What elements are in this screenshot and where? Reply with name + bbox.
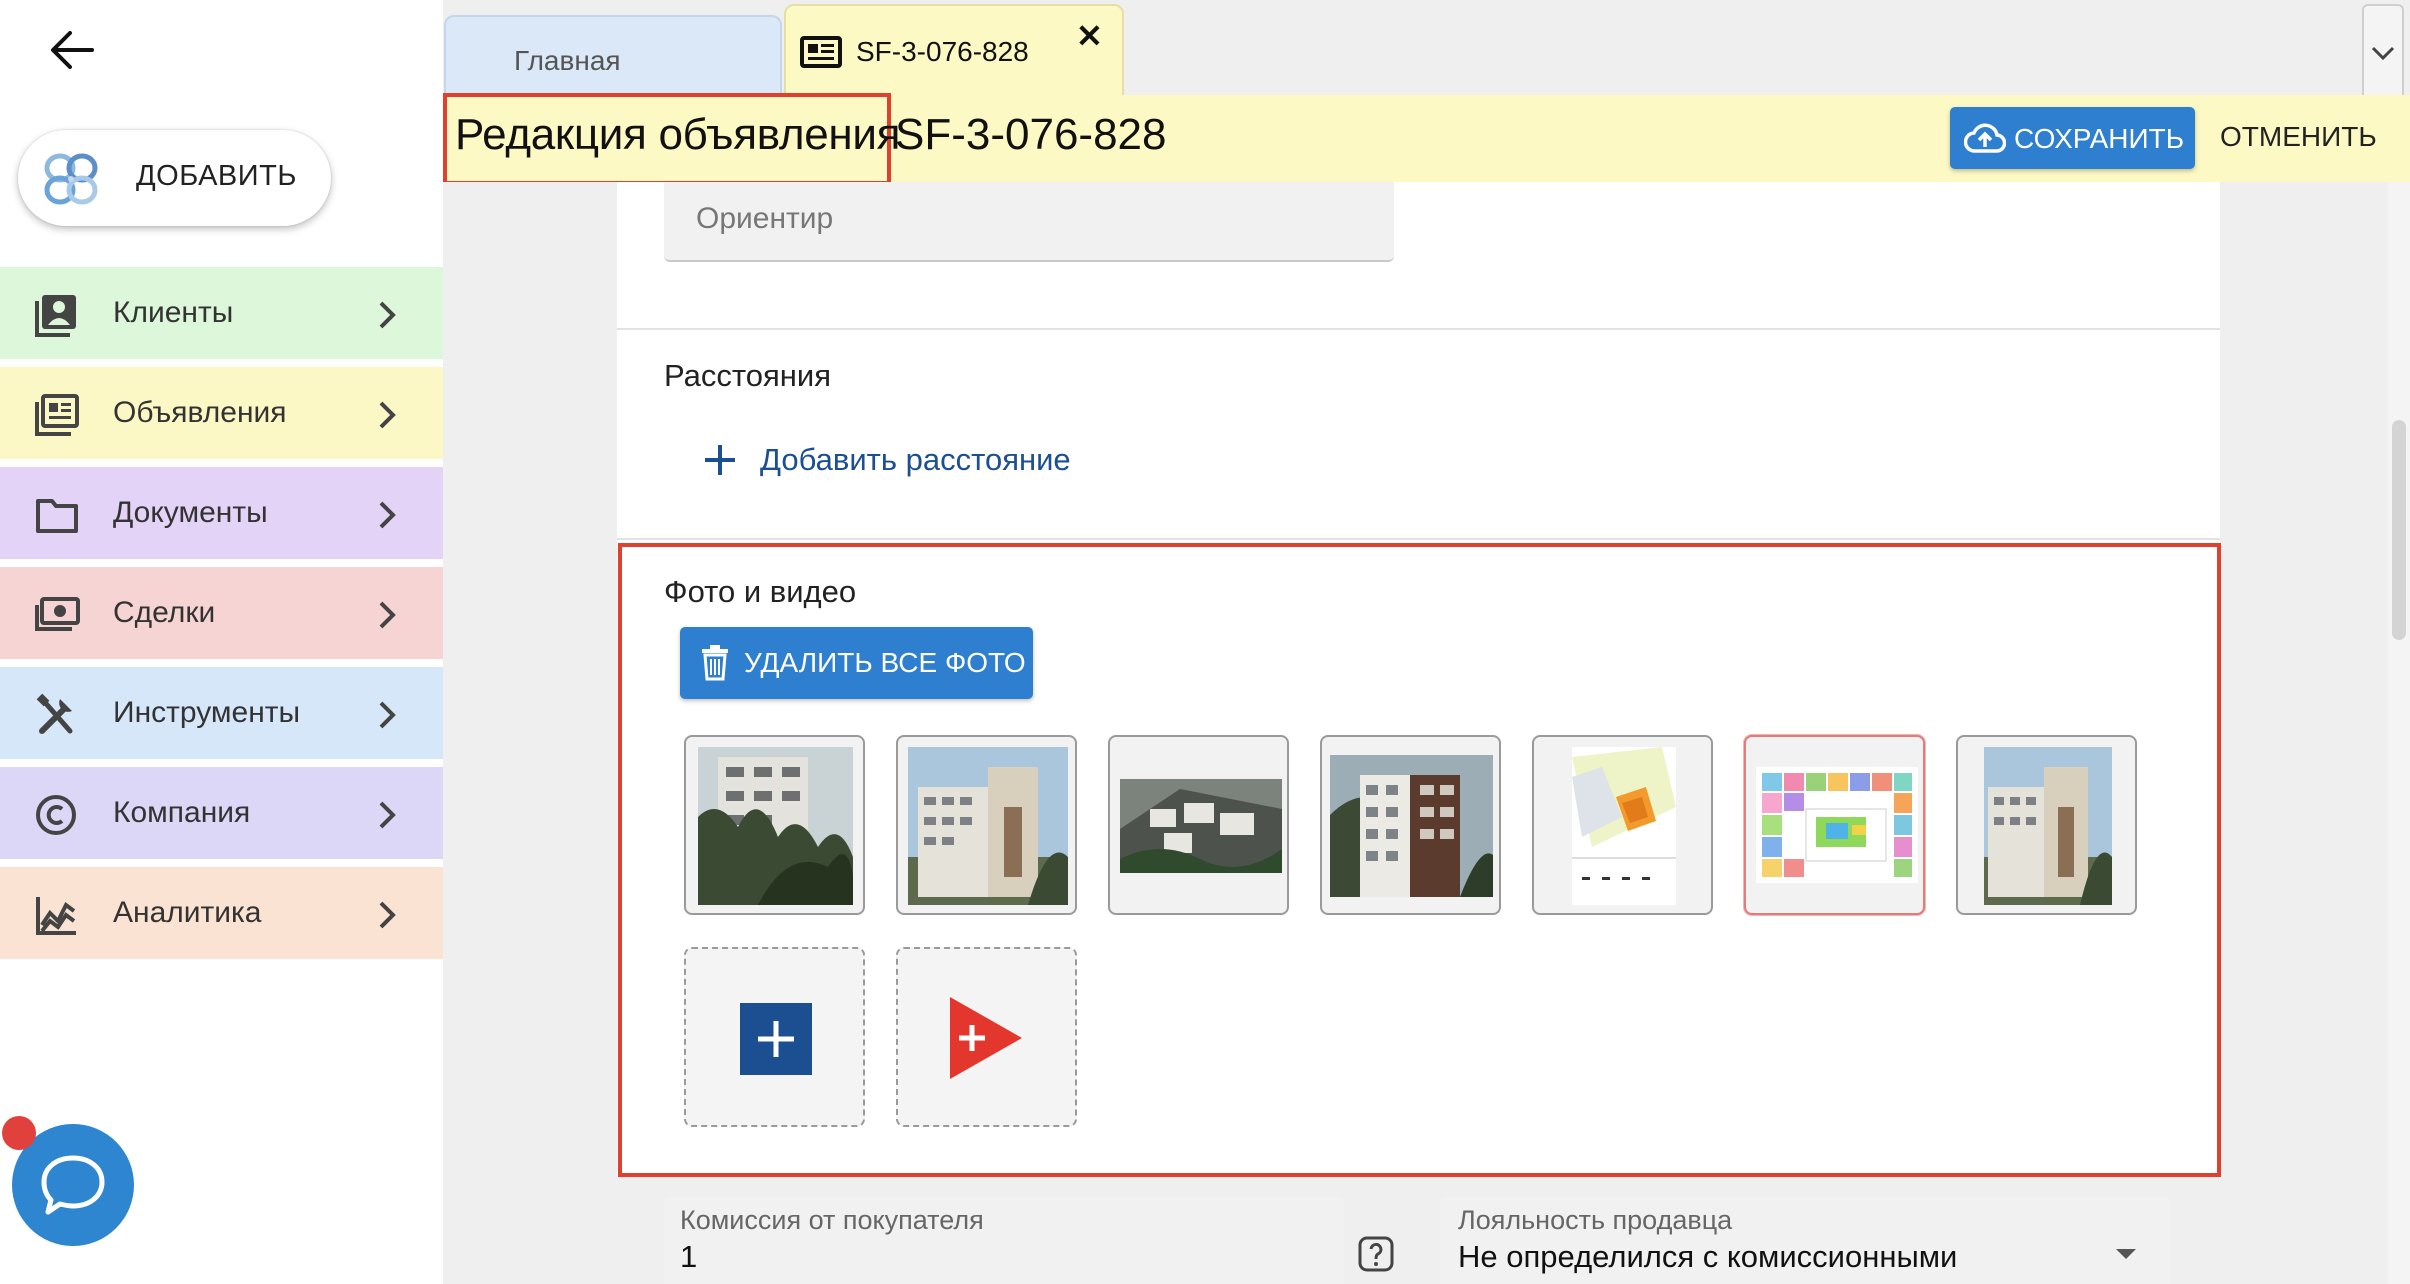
- plus-icon: [705, 445, 735, 475]
- sidebar-item-company[interactable]: Компания: [0, 767, 443, 863]
- seller-loyalty-label: Лояльность продавца: [1458, 1205, 1733, 1235]
- chat-bubble-icon: [41, 1155, 105, 1215]
- dropdown-arrow-icon: [2116, 1249, 2136, 1259]
- sidebar-item-label: Инструменты: [113, 696, 301, 729]
- photo-thumbnail[interactable]: [1956, 735, 2137, 915]
- aerial-render: [1120, 779, 1282, 873]
- cloud-upload-icon: [1964, 123, 2006, 153]
- tab-listing[interactable]: SF-3-076-828 ✕: [784, 4, 1124, 96]
- floorplan-thumbnail[interactable]: [1744, 735, 1925, 915]
- photo-thumbnail[interactable]: [896, 735, 1077, 915]
- media-title: Фото и видео: [664, 574, 857, 609]
- chevron-right-icon: [379, 601, 396, 629]
- sidebar-item-listings[interactable]: Объявления: [0, 367, 443, 463]
- sidebar-item-label: Компания: [113, 796, 251, 829]
- listings-icon: [35, 394, 79, 436]
- sidebar-item-clients[interactable]: Клиенты: [0, 267, 443, 363]
- arrow-left-icon: [51, 31, 94, 69]
- seller-loyalty-select[interactable]: Лояльность продавца Не определился с ком…: [1440, 1197, 2170, 1284]
- photo-thumbnail[interactable]: [1108, 735, 1289, 915]
- sidebar: ДОБАВИТЬ Клиенты Объявления Документы Сд…: [0, 0, 443, 1284]
- add-button-label: ДОБАВИТЬ: [136, 160, 297, 192]
- close-icon[interactable]: ✕: [1076, 20, 1103, 52]
- buyer-commission-value: 1: [680, 1239, 698, 1274]
- add-video-icon: [950, 997, 1022, 1079]
- tab-label: Главная: [514, 45, 621, 76]
- plan-thumbnail[interactable]: [1532, 735, 1713, 915]
- sidebar-item-analytics[interactable]: Аналитика: [0, 867, 443, 963]
- trash-icon: [702, 645, 728, 681]
- building-photo: [698, 747, 853, 905]
- scrollbar-thumb[interactable]: [2392, 420, 2406, 640]
- sidebar-item-documents[interactable]: Документы: [0, 467, 443, 563]
- back-button[interactable]: [46, 24, 98, 76]
- photo-thumbnail[interactable]: [684, 735, 865, 915]
- tabs-dropdown-button[interactable]: [2362, 4, 2404, 102]
- save-button-label: СОХРАНИТЬ: [2014, 123, 2185, 154]
- save-button[interactable]: СОХРАНИТЬ: [1950, 107, 2195, 169]
- sidebar-item-label: Сделки: [113, 596, 216, 629]
- building-photo: [1330, 755, 1493, 897]
- add-distance-label: Добавить расстояние: [760, 442, 1071, 477]
- divider: [617, 328, 2220, 330]
- divider: [617, 538, 2220, 540]
- listing-code: SF-3-076-828: [895, 110, 1167, 159]
- money-icon: [35, 597, 80, 631]
- buyer-commission-label: Комиссия от покупателя: [680, 1205, 984, 1235]
- chevron-right-icon: [379, 801, 396, 829]
- tab-home[interactable]: Главная: [444, 15, 782, 97]
- chevron-down-icon: [2371, 46, 2395, 61]
- add-photo-button[interactable]: [684, 947, 865, 1127]
- seller-loyalty-value: Не определился с комиссионными: [1458, 1239, 1958, 1274]
- chevron-right-icon: [379, 701, 396, 729]
- app-logo-icon: [44, 153, 98, 205]
- help-icon[interactable]: [1358, 1236, 1394, 1272]
- tab-label: SF-3-076-828: [856, 36, 1029, 67]
- add-button[interactable]: ДОБАВИТЬ: [18, 130, 331, 226]
- listing-card-icon: [800, 36, 842, 68]
- sidebar-item-tools[interactable]: Инструменты: [0, 667, 443, 763]
- sidebar-item-label: Аналитика: [113, 896, 262, 929]
- site-plan-image: [1572, 747, 1676, 905]
- sidebar-item-label: Клиенты: [113, 296, 234, 329]
- notification-badge: [2, 1116, 36, 1150]
- floor-plan-image: [1756, 767, 1918, 883]
- landmark-input[interactable]: Ориентир: [664, 182, 1394, 262]
- chevron-right-icon: [379, 401, 396, 429]
- buyer-commission-input[interactable]: Комиссия от покупателя 1: [664, 1197, 1344, 1284]
- cancel-button[interactable]: ОТМЕНИТЬ: [2220, 121, 2377, 153]
- chevron-right-icon: [379, 901, 396, 929]
- building-photo: [1984, 747, 2112, 905]
- delete-all-photos-label: УДАЛИТЬ ВСЕ ФОТО: [744, 647, 1026, 678]
- distances-title: Расстояния: [664, 358, 831, 393]
- analytics-icon: [36, 897, 76, 935]
- tools-icon: [36, 693, 73, 734]
- delete-all-photos-button[interactable]: УДАЛИТЬ ВСЕ ФОТО: [680, 627, 1033, 699]
- sidebar-item-label: Объявления: [113, 396, 287, 429]
- building-photo: [908, 747, 1068, 905]
- folder-icon: [36, 499, 78, 533]
- copyright-icon: [36, 795, 76, 835]
- sidebar-item-label: Документы: [113, 496, 268, 529]
- chevron-right-icon: [379, 501, 396, 529]
- photo-thumbnail[interactable]: [1320, 735, 1501, 915]
- add-video-button[interactable]: [896, 947, 1077, 1127]
- add-photo-icon: [740, 1003, 812, 1075]
- chevron-right-icon: [379, 301, 396, 329]
- landmark-placeholder: Ориентир: [696, 202, 834, 235]
- contacts-icon: [35, 295, 76, 337]
- page-title: Редакция объявления: [455, 110, 901, 159]
- sidebar-item-deals[interactable]: Сделки: [0, 567, 443, 663]
- scrollbar-track[interactable]: [2388, 182, 2410, 1284]
